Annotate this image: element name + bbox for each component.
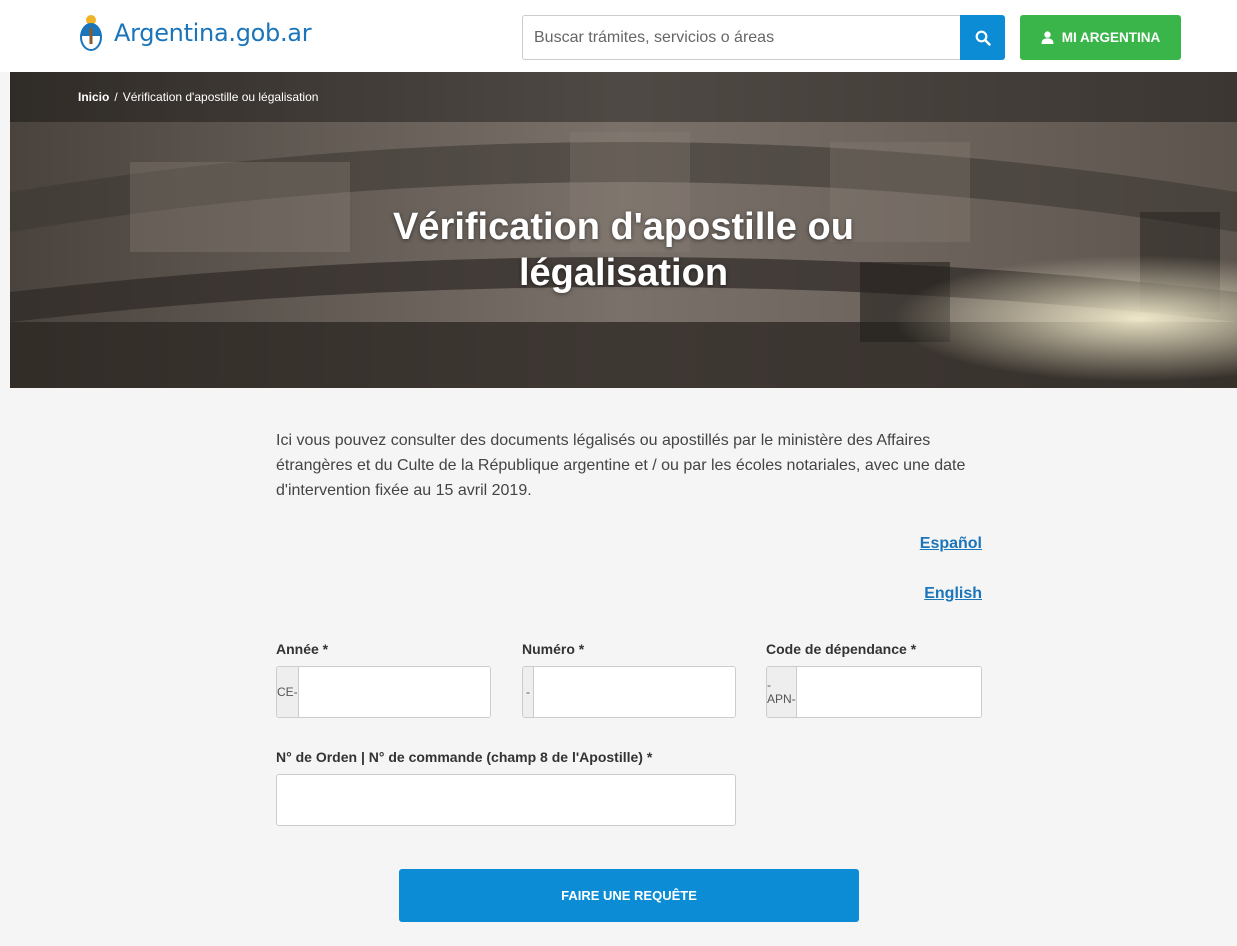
language-link-english[interactable]: English [924,585,982,603]
dependency-code-input[interactable] [796,667,981,717]
order-number-label: N° de Orden | N° de commande (champ 8 de… [276,749,653,765]
page-title: Vérification d'apostille ou légalisation [10,204,1237,296]
dependency-code-prefix: -APN- [767,667,797,717]
hero-banner: Inicio / Vérification d'apostille ou légal… [10,72,1237,388]
breadcrumb-separator: / [114,90,118,104]
order-number-field [276,774,736,826]
number-input[interactable] [534,667,735,717]
breadcrumb-current: Vérification d'apostille ou légalisation [122,90,319,104]
year-field: CE- [276,666,491,718]
main-content: Ici vous pouvez consulter des documents … [276,388,986,922]
intro-text: Ici vous pouvez consulter des documents … [276,432,966,499]
dependency-code-field: -APN- [766,666,982,718]
number-field: - [522,666,736,718]
coat-of-arms-icon [80,15,102,51]
year-input[interactable] [298,667,490,717]
breadcrumb-home-link[interactable]: Inicio [78,90,109,104]
breadcrumb: Inicio / Vérification d'apostille ou légal… [78,90,318,104]
language-link-spanish[interactable]: Español [920,535,982,553]
year-label: Année * [276,641,329,657]
year-prefix: CE- [277,667,299,717]
page-title-line1: Vérification d'apostille ou [393,206,854,248]
order-number-input[interactable] [277,775,735,825]
search-input[interactable] [522,15,960,60]
number-label: Numéro * [522,641,585,657]
logo-text: Argentina.gob.ar [114,19,312,47]
search-icon [975,30,991,46]
number-prefix: - [523,667,534,717]
mi-argentina-button[interactable]: MI ARGENTINA [1020,15,1181,60]
dependency-code-label: Code de dépendance * [766,641,917,657]
site-logo[interactable]: Argentina.gob.ar [80,14,312,52]
top-header: Argentina.gob.ar MI ARGENTINA [0,0,1237,72]
search-bar [522,15,1005,60]
search-button[interactable] [960,15,1005,60]
submit-request-button[interactable]: FAIRE UNE REQUÊTE [399,869,859,922]
user-icon [1041,31,1054,44]
page-title-line2: légalisation [518,252,729,294]
mi-argentina-label: MI ARGENTINA [1061,30,1161,45]
